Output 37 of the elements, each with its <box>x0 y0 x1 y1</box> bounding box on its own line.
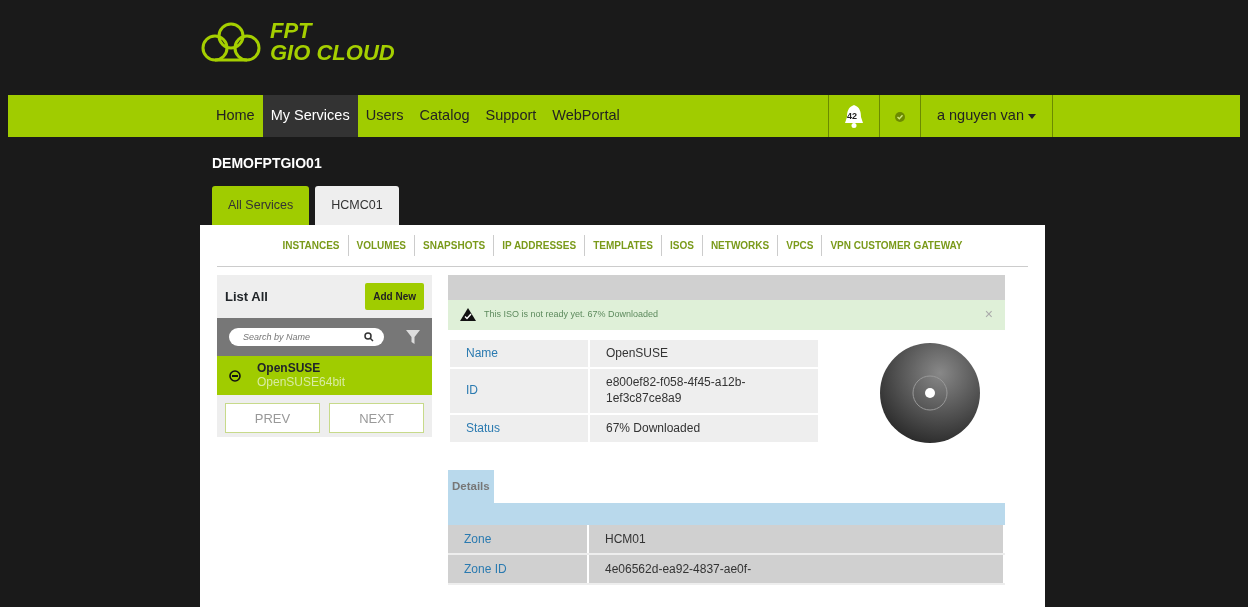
search-field[interactable]: Search by Name <box>229 327 384 346</box>
field-value: 67% Downloaded <box>589 413 819 444</box>
caret-icon <box>1028 113 1036 119</box>
field-value: HCM01 <box>588 525 1004 555</box>
nav-link[interactable]: Users <box>357 95 412 137</box>
notification-count: 42 <box>846 110 857 123</box>
field-label: Status <box>449 413 589 444</box>
nav-link[interactable]: WebPortal <box>544 95 628 137</box>
alert-message: This ISO is not ready yet. 67% Downloaded <box>484 308 660 321</box>
list-item[interactable]: OpenSUSE OpenSUSE64bit <box>217 355 432 396</box>
list-title: List All <box>225 287 268 306</box>
search-icon <box>364 331 374 342</box>
disc-icon <box>229 369 241 382</box>
field-value: e800ef82-f058-4f45-a12b-1ef3c87ce8a9 <box>589 368 819 414</box>
field-label: Zone ID <box>448 554 588 585</box>
cloud-logo-icon <box>200 21 262 63</box>
logo-text: FPT <box>270 20 314 42</box>
item-name: OpenSUSE <box>257 361 322 376</box>
tab[interactable]: HCMC01 <box>315 186 399 225</box>
warning-icon <box>460 308 476 322</box>
field-value: 4e06562d-ea92-4837-ae0f- <box>588 554 1004 585</box>
user-menu[interactable]: a nguyen van <box>920 95 1052 137</box>
nav-link[interactable]: Support <box>477 95 545 137</box>
field-label: ID <box>449 368 589 414</box>
tab[interactable]: All Services <box>212 186 310 225</box>
logo-text: GIO CLOUD <box>270 42 395 64</box>
account-name: DEMOFPTGIO01 <box>211 154 323 173</box>
field-value: OpenSUSE <box>589 338 819 369</box>
nav-link[interactable]: Catalog <box>411 95 478 137</box>
nav-link[interactable]: Home <box>208 95 263 137</box>
item-subtitle: OpenSUSE64bit <box>257 375 346 390</box>
filter-icon[interactable] <box>406 329 420 344</box>
field-label: Zone <box>448 525 588 555</box>
logo[interactable]: FPT GIO CLOUD <box>200 20 395 64</box>
field-label: Name <box>449 338 589 369</box>
nav-link[interactable]: My Services <box>262 95 358 137</box>
add-new-button[interactable]: Add New <box>365 282 424 310</box>
